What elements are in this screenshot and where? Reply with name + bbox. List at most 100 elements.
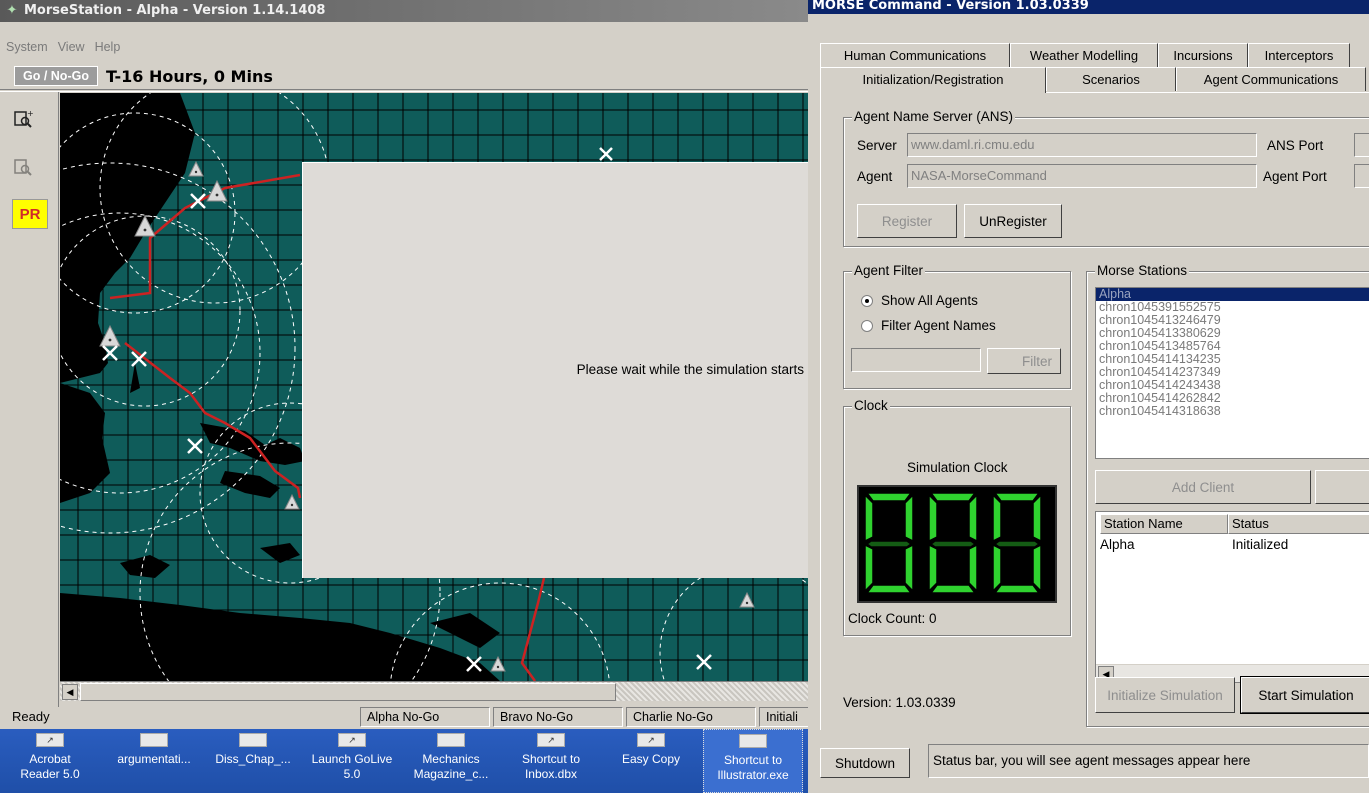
zoom-in-icon[interactable]: +	[10, 106, 36, 132]
morse-stations-label: Morse Stations	[1095, 263, 1190, 278]
tab-agent-communications[interactable]: Agent Communications	[1176, 67, 1366, 91]
wait-message: Please wait while the simulation starts	[576, 362, 804, 377]
copy-icon: ↗	[637, 733, 665, 747]
command-title-bar[interactable]: MORSE Command - Version 1.03.0339	[808, 0, 1369, 14]
clock-digit-1	[864, 492, 914, 594]
vertical-toolbar: + PR	[0, 92, 59, 707]
bravo-status-panel: Bravo No-Go	[493, 707, 623, 727]
version-label: Version: 1.03.0339	[843, 695, 956, 710]
taskbar-item-acrobat[interactable]: ↗ Acrobat Reader 5.0	[6, 729, 94, 793]
clock-count-label: Clock Count: 0	[848, 611, 937, 626]
remove-client-button[interactable]	[1315, 470, 1369, 504]
filter-button[interactable]: Filter	[987, 348, 1061, 374]
document-icon	[140, 733, 168, 747]
clock-group-label: Clock	[852, 398, 890, 413]
agent-port-field[interactable]	[1354, 164, 1369, 188]
illustrator-icon	[739, 734, 767, 748]
row-status: Initialized	[1232, 537, 1289, 552]
alpha-status-panel: Alpha No-Go	[360, 707, 490, 727]
init-status-panel: Initiali	[759, 707, 808, 727]
taskbar: ↗ Acrobat Reader 5.0 argumentati... Diss_…	[0, 729, 808, 793]
simulation-wait-dialog: Please wait while the simulation starts	[302, 162, 808, 578]
ready-status: Ready	[12, 708, 50, 724]
toolbar-divider	[0, 89, 808, 92]
add-client-button[interactable]: Add Client	[1095, 470, 1311, 504]
ans-port-label: ANS Port	[1267, 138, 1324, 153]
server-field[interactable]: www.daml.ri.cmu.edu	[907, 133, 1257, 157]
document-icon	[239, 733, 267, 747]
pr-button[interactable]: PR	[12, 199, 48, 229]
menu-view[interactable]: View	[58, 40, 85, 58]
tab-interceptors[interactable]: Interceptors	[1248, 43, 1350, 67]
start-simulation-button[interactable]: Start Simulation	[1240, 676, 1369, 714]
app-icon: ✦	[6, 3, 18, 18]
menu-system[interactable]: System	[6, 40, 48, 58]
golive-icon: ↗	[338, 733, 366, 747]
radio-unchecked-icon	[861, 319, 873, 332]
col-status[interactable]: Status	[1228, 514, 1369, 534]
clock-digit-3	[992, 492, 1042, 594]
taskbar-item-inbox[interactable]: ↗ Shortcut to Inbox.dbx	[504, 729, 598, 793]
station-title: MorseStation - Alpha - Version 1.14.1408	[24, 3, 326, 18]
initialization-tab-pane: Agent Name Server (ANS) Server www.daml.…	[820, 92, 1369, 730]
map-horizontal-scrollbar[interactable]: ◀	[60, 681, 808, 701]
station-status-bar: Ready Alpha No-Go Bravo No-Go Charlie No…	[0, 704, 808, 728]
menu-help[interactable]: Help	[95, 40, 121, 58]
filter-text-input[interactable]	[851, 348, 981, 372]
morse-command-window: MORSE Command - Version 1.03.0339 Human …	[808, 0, 1369, 793]
morse-stations-list[interactable]: Alpha chron1045391552575 chron1045413246…	[1095, 287, 1369, 459]
filter-agent-names-radio[interactable]: Filter Agent Names	[861, 318, 996, 333]
taskbar-item-mechanics[interactable]: Mechanics Magazine_c...	[404, 729, 498, 793]
tab-human-communications[interactable]: Human Communications	[820, 43, 1010, 67]
tab-weather-modelling[interactable]: Weather Modelling	[1010, 43, 1158, 67]
tab-row-1: Human Communications Weather Modelling I…	[820, 43, 1369, 67]
command-title: MORSE Command - Version 1.03.0339	[812, 0, 1089, 13]
register-button[interactable]: Register	[857, 204, 957, 238]
shutdown-button[interactable]: Shutdown	[820, 748, 910, 778]
col-station-name[interactable]: Station Name	[1100, 514, 1228, 534]
morse-station-window: ✦ MorseStation - Alpha - Version 1.14.14…	[0, 0, 808, 793]
zoom-out-icon[interactable]	[10, 154, 36, 180]
svg-text:+: +	[27, 109, 33, 118]
station-status-table[interactable]: Station Name Status Alpha Initialized ◀	[1095, 511, 1369, 683]
station-menu-bar: System View Help	[0, 40, 808, 58]
unregister-button[interactable]: UnRegister	[964, 204, 1062, 238]
table-row[interactable]: Alpha Initialized	[1098, 536, 1369, 553]
list-item[interactable]: chron1045414318638	[1096, 405, 1369, 418]
go-no-go-button[interactable]: Go / No-Go	[14, 66, 98, 86]
ans-group-label: Agent Name Server (ANS)	[852, 109, 1016, 124]
taskbar-item-diss-chap[interactable]: Diss_Chap_...	[206, 729, 300, 793]
taskbar-item-golive[interactable]: ↗ Launch GoLive 5.0	[302, 729, 402, 793]
taskbar-item-easy-copy[interactable]: ↗ Easy Copy	[604, 729, 698, 793]
ans-port-field[interactable]	[1354, 133, 1369, 157]
clock-digit-2	[928, 492, 978, 594]
tab-incursions[interactable]: Incursions	[1158, 43, 1248, 67]
tab-row-2: Initialization/Registration Scenarios Ag…	[820, 67, 1369, 93]
countdown-text: T-16 Hours, 0 Mins	[105, 66, 273, 86]
acrobat-icon: ↗	[36, 733, 64, 747]
show-all-agents-radio[interactable]: Show All Agents	[861, 293, 978, 308]
image-icon	[437, 733, 465, 747]
server-label: Server	[857, 138, 897, 153]
station-title-bar[interactable]: ✦ MorseStation - Alpha - Version 1.14.14…	[0, 0, 808, 22]
command-status-bar: Status bar, you will see agent messages …	[928, 744, 1369, 778]
mail-icon: ↗	[537, 733, 565, 747]
clock-display	[857, 485, 1057, 603]
simulation-clock-title: Simulation Clock	[907, 460, 1008, 475]
scroll-left-arrow-icon[interactable]: ◀	[62, 684, 78, 700]
radio-checked-icon	[861, 294, 873, 307]
scroll-thumb[interactable]	[80, 683, 616, 701]
charlie-status-panel: Charlie No-Go	[626, 707, 756, 727]
clock-digits-svg	[864, 492, 1042, 594]
row-station: Alpha	[1100, 537, 1135, 552]
agent-label: Agent	[857, 169, 893, 184]
agent-field[interactable]: NASA-MorseCommand	[907, 164, 1257, 188]
tab-initialization-registration[interactable]: Initialization/Registration	[820, 67, 1046, 93]
taskbar-item-illustrator[interactable]: Shortcut to Illustrator.exe	[703, 729, 803, 793]
agent-filter-label: Agent Filter	[852, 263, 926, 278]
go-no-go-strip: Go / No-Go T-16 Hours, 0 Mins	[14, 64, 273, 88]
tab-scenarios[interactable]: Scenarios	[1046, 67, 1176, 91]
taskbar-item-argumentation[interactable]: argumentati...	[104, 729, 204, 793]
initialize-simulation-button[interactable]: Initialize Simulation	[1095, 677, 1235, 713]
agent-port-label: Agent Port	[1263, 169, 1327, 184]
